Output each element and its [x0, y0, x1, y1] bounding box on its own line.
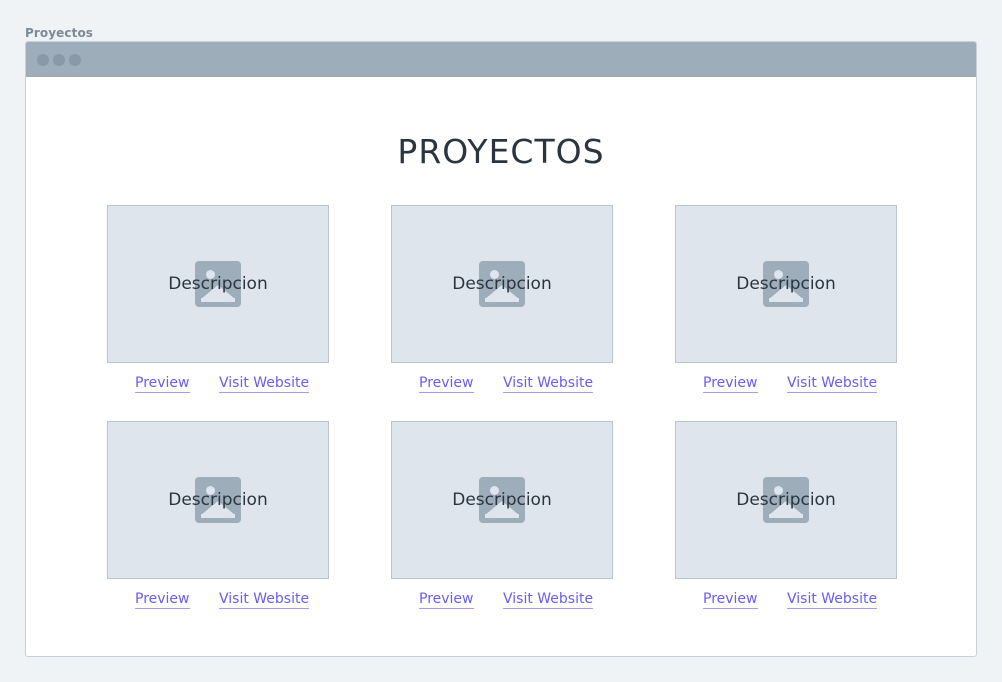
project-description: Descripcion — [452, 274, 552, 294]
visit-website-link[interactable]: Visit Website — [787, 591, 878, 609]
visit-website-link[interactable]: Visit Website — [219, 375, 310, 393]
project-card: Descripcion Preview Visit Website — [391, 421, 613, 611]
project-description: Descripcion — [452, 490, 552, 510]
browser-window: PROYECTOS Descripcion Preview Visit Webs… — [25, 41, 977, 657]
project-thumbnail: Descripcion — [107, 421, 329, 579]
project-card: Descripcion Preview Visit Website — [107, 421, 329, 611]
preview-link[interactable]: Preview — [135, 375, 190, 393]
project-thumbnail: Descripcion — [675, 421, 897, 579]
window-dot-maximize[interactable] — [69, 54, 81, 66]
visit-website-link[interactable]: Visit Website — [503, 591, 594, 609]
project-thumbnail: Descripcion — [107, 205, 329, 363]
project-thumbnail: Descripcion — [391, 421, 613, 579]
project-card: Descripcion Preview Visit Website — [675, 205, 897, 395]
project-description: Descripcion — [736, 274, 836, 294]
preview-link[interactable]: Preview — [703, 375, 758, 393]
visit-website-link[interactable]: Visit Website — [787, 375, 878, 393]
preview-link[interactable]: Preview — [135, 591, 190, 609]
project-card: Descripcion Preview Visit Website — [391, 205, 613, 395]
project-description: Descripcion — [168, 490, 268, 510]
project-description: Descripcion — [736, 490, 836, 510]
project-card: Descripcion Preview Visit Website — [675, 421, 897, 611]
window-dot-close[interactable] — [37, 54, 49, 66]
page-title: PROYECTOS — [397, 132, 605, 172]
project-description: Descripcion — [168, 274, 268, 294]
preview-link[interactable]: Preview — [419, 375, 474, 393]
preview-link[interactable]: Preview — [419, 591, 474, 609]
project-thumbnail: Descripcion — [391, 205, 613, 363]
window-dot-minimize[interactable] — [53, 54, 65, 66]
visit-website-link[interactable]: Visit Website — [219, 591, 310, 609]
project-card: Descripcion Preview Visit Website — [107, 205, 329, 395]
visit-website-link[interactable]: Visit Website — [503, 375, 594, 393]
frame-label: Proyectos — [25, 26, 94, 40]
browser-titlebar — [26, 42, 976, 77]
project-thumbnail: Descripcion — [675, 205, 897, 363]
preview-link[interactable]: Preview — [703, 591, 758, 609]
